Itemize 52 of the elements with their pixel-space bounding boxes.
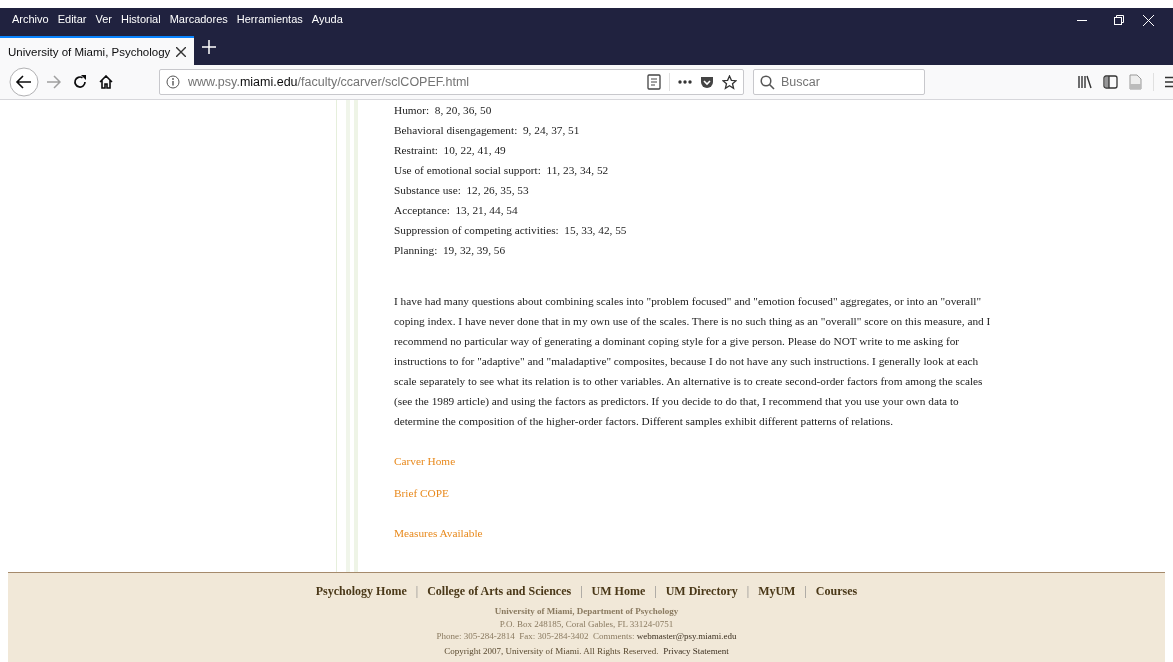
- organization-name: University of Miami, Department of Psychology: [493, 605, 680, 618]
- reload-icon[interactable]: [73, 75, 87, 89]
- search-field[interactable]: Buscar: [753, 69, 925, 95]
- browser-tab[interactable]: University of Miami, Psychology: [0, 36, 194, 65]
- separator: |: [654, 583, 657, 599]
- scale-item: Substance use: 12, 26, 35, 53: [394, 183, 530, 198]
- scale-item: Humor: 8, 20, 36, 50: [394, 103, 493, 118]
- scale-item: Acceptance: 13, 21, 44, 54: [394, 203, 519, 218]
- separator: |: [804, 583, 807, 599]
- star-icon[interactable]: [722, 74, 737, 90]
- menu-item[interactable]: Ayuda: [311, 13, 343, 25]
- reader-view-icon[interactable]: [647, 74, 661, 90]
- scale-item: Use of emotional social support: 11, 23, 34, 52: [394, 163, 610, 178]
- footer-link[interactable]: Psychology Home: [315, 583, 407, 599]
- separator: |: [746, 583, 750, 599]
- footer-link[interactable]: College of Arts and Sciences: [427, 583, 572, 599]
- footer-link[interactable]: UM Home: [591, 583, 646, 599]
- scale-item: Planning: 19, 32, 39, 56: [394, 243, 507, 258]
- plus-icon[interactable]: [202, 40, 216, 54]
- search-icon: [760, 75, 775, 90]
- separator: |: [415, 583, 419, 599]
- info-icon[interactable]: [166, 75, 180, 89]
- url-text[interactable]: www.psy.miami.edu/faculty/ccarver/sclCOPEF.html: [188, 75, 639, 89]
- address-bar[interactable]: www.psy.miami.edu/faculty/ccarver/sclCOPEF.html: [159, 69, 744, 95]
- scale-item: Behavioral disengagement: 9, 24, 37, 51: [394, 123, 581, 138]
- copyright-text: Copyright 2007, University of Miami. All Rights Reserved.: [444, 645, 659, 656]
- menu-item[interactable]: Historial: [120, 13, 161, 25]
- scale-item: Suppression of competing activities: 15, 33, 42, 55: [394, 223, 628, 238]
- footer-link[interactable]: MyUM: [758, 583, 796, 599]
- more-icon[interactable]: [678, 80, 692, 84]
- footer-link[interactable]: Courses: [815, 583, 858, 599]
- pocket-icon[interactable]: [700, 75, 714, 89]
- menu-icon[interactable]: [1165, 76, 1173, 88]
- menu-item[interactable]: Editar: [57, 13, 87, 25]
- menu-item[interactable]: Archivo: [12, 13, 49, 25]
- restore-icon[interactable]: [1113, 15, 1124, 25]
- back-icon[interactable]: [9, 67, 39, 97]
- contact-text: Phone: 305-284-2814 Fax: 305-284-3402 Comments:: [436, 631, 635, 641]
- separator: |: [580, 583, 583, 599]
- footer-link[interactable]: UM Directory: [665, 583, 738, 599]
- privacy-link[interactable]: Privacy Statement: [663, 645, 729, 656]
- close-icon[interactable]: [176, 46, 186, 57]
- sidebar-icon[interactable]: [1103, 75, 1118, 89]
- library-icon[interactable]: [1078, 75, 1092, 89]
- paragraph: I have had many questions about combining scales into "problem focused" and "emotion focused" aggregates, or into an "overall" coping index. I have never done that in my own use of the scales. There is no such thing as an "overall" score on this measure, and I recommend no particular way of generating a dominant coping style for a give person. Please do NOT write to me asking for instructions to for "adaptive" and "maladaptive" composites, because I do not have any such instructions. I generally look at each scale separately to see what its relation is to other variables. An alternative is to create second-order factors from among the scales (see the 1989 article) and using the factors as predictors. If you decide to do that, I recommend that you use your own data to determine the composition of the higher-order factors. Different samples exhibit different patterns of relations.: [394, 294, 992, 429]
- menu-item[interactable]: Marcadores: [169, 13, 228, 25]
- postal-address: P.O. Box 248185, Coral Gables, FL 33124-0751: [498, 617, 675, 630]
- home-icon[interactable]: [99, 75, 113, 89]
- menu-item[interactable]: Herramientas: [236, 13, 303, 25]
- menu-item[interactable]: Ver: [95, 13, 112, 25]
- email-link[interactable]: webmaster@psy.miami.edu: [636, 631, 737, 641]
- scale-item: Restraint: 10, 22, 41, 49: [394, 143, 507, 158]
